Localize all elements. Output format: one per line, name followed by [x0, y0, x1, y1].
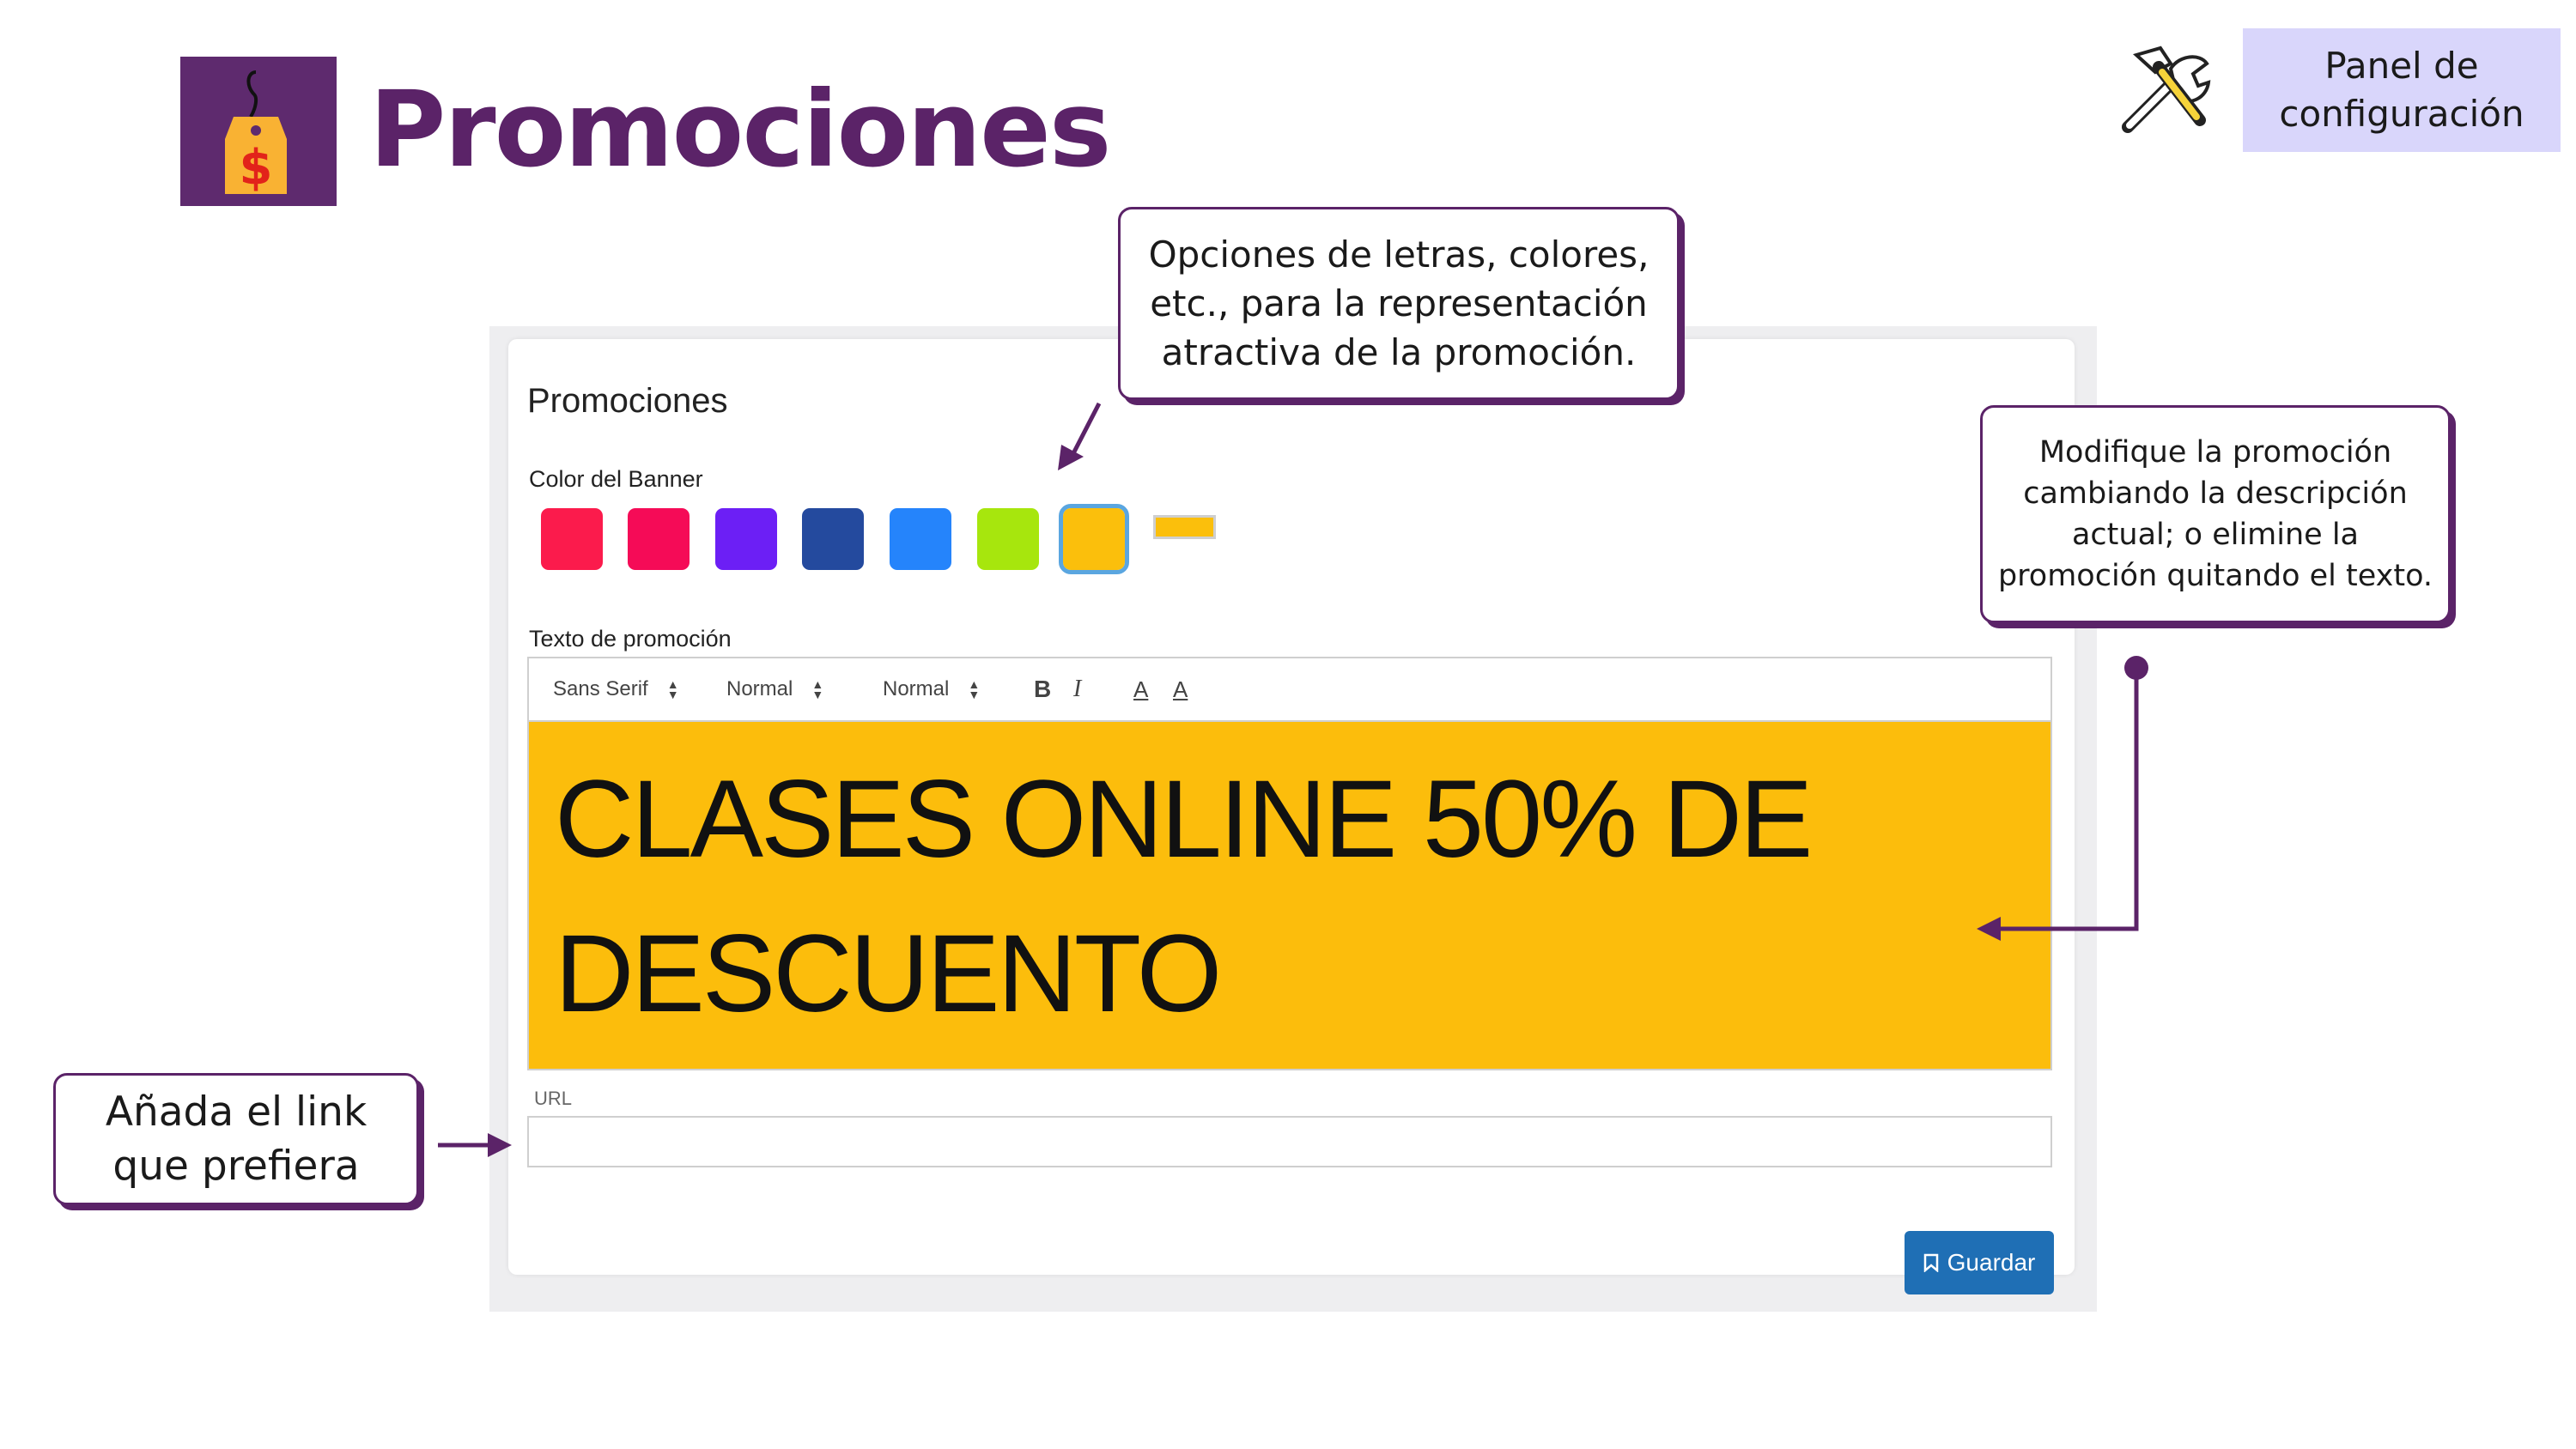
edit-arrowhead: [1977, 917, 2001, 941]
formatting-arrowhead: [1058, 445, 1084, 470]
annotation-arrows: [438, 402, 2148, 1157]
link-arrowhead: [488, 1133, 512, 1157]
edit-arrow: [1989, 668, 2139, 931]
